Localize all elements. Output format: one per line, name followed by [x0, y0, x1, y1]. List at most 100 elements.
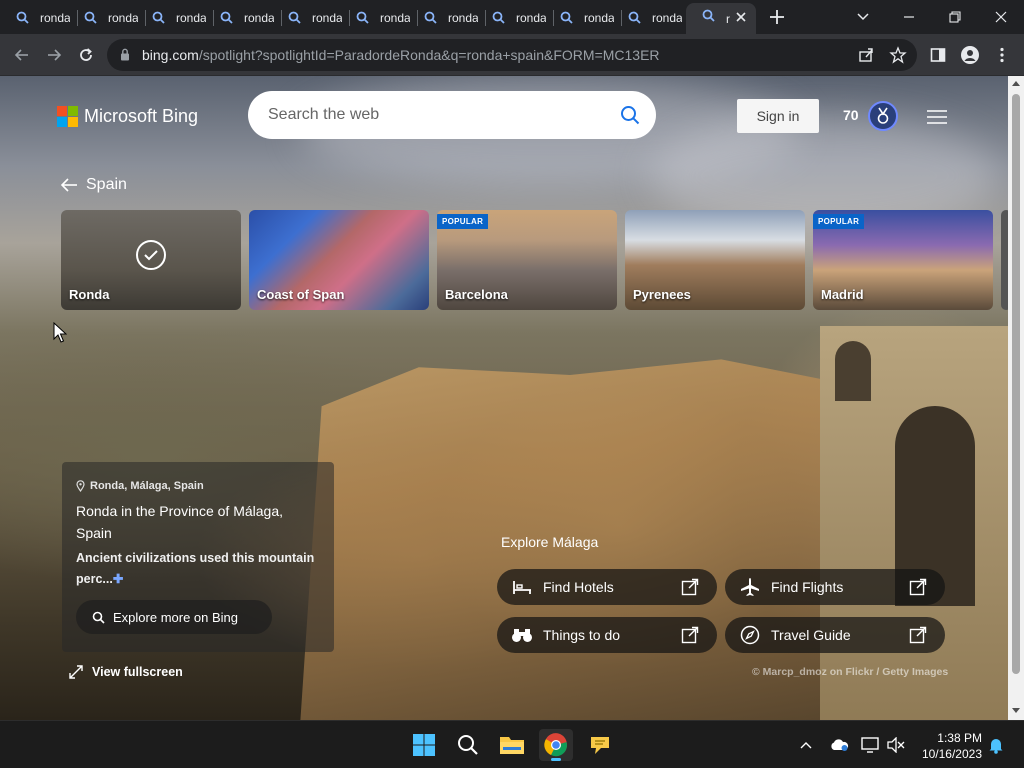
scrollbar-thumb[interactable]: [1012, 94, 1020, 674]
search-icon: [458, 735, 478, 755]
close-icon: [995, 11, 1007, 23]
search-icon[interactable]: [620, 105, 640, 125]
expand-plus-icon[interactable]: ✚: [113, 572, 123, 586]
volume-tray-button[interactable]: [886, 735, 906, 755]
chrome-menu-button[interactable]: [990, 43, 1014, 67]
system-clock[interactable]: 1:38 PM 10/16/2023: [912, 730, 982, 762]
info-title: Ronda in the Province of Málaga, Spain: [76, 503, 284, 541]
monitor-network-icon: [861, 737, 879, 753]
side-panel-icon: [930, 48, 946, 62]
sign-in-button[interactable]: Sign in: [737, 99, 819, 133]
action-label: Find Flights: [771, 579, 844, 595]
carousel-card-ronda[interactable]: Ronda: [61, 210, 241, 310]
carousel-card-coast-of-span[interactable]: Coast of Span: [249, 210, 429, 310]
network-tray-button[interactable]: [860, 735, 880, 755]
carousel-card-barcelona[interactable]: POPULAR Barcelona: [437, 210, 617, 310]
back-button[interactable]: [10, 43, 34, 67]
sticky-notes-button[interactable]: [583, 729, 617, 761]
find-flights-button[interactable]: Find Flights: [725, 569, 945, 605]
url-host: bing.com: [142, 47, 199, 63]
windows-logo-icon: [413, 734, 435, 756]
address-bar[interactable]: bing.com/spotlight?spotlightId=Paradorde…: [107, 39, 917, 71]
hamburger-menu-icon[interactable]: [927, 110, 947, 124]
file-explorer-button[interactable]: [495, 729, 529, 761]
forward-button[interactable]: [42, 43, 66, 67]
explore-title: Explore Málaga: [501, 534, 599, 550]
logo-text: Microsoft Bing: [84, 106, 199, 126]
card-label: Coast of Span: [257, 287, 345, 302]
bookmark-star-icon[interactable]: [889, 46, 907, 64]
notifications-button[interactable]: [986, 735, 1006, 755]
browser-tab[interactable]: ronda: [204, 5, 274, 31]
tab-label: ronda: [312, 11, 342, 25]
binoculars-icon: [511, 626, 533, 644]
url-path: /spotlight?spotlightId=ParadordeRonda&q=…: [198, 47, 660, 63]
breadcrumb-label: Spain: [86, 176, 127, 193]
mouse-cursor-icon: [53, 322, 67, 343]
tab-label: ronda: [380, 11, 410, 25]
carousel-card-pyrenees[interactable]: Pyrenees: [625, 210, 805, 310]
lock-icon[interactable]: [120, 48, 130, 61]
browser-tab[interactable]: ronda: [340, 5, 410, 31]
taskbar-search-button[interactable]: [451, 729, 485, 761]
share-icon[interactable]: [857, 46, 875, 64]
explore-more-button[interactable]: Explore more on Bing: [76, 600, 272, 634]
browser-tab[interactable]: ronda: [0, 5, 70, 31]
find-hotels-button[interactable]: Find Hotels: [497, 569, 717, 605]
browser-toolbar: bing.com/spotlight?spotlightId=Paradorde…: [0, 34, 1024, 76]
browser-tab[interactable]: ronda: [544, 5, 614, 31]
bing-search-icon: [492, 11, 505, 24]
close-window-button[interactable]: [978, 0, 1024, 34]
card-label: Ronda: [69, 287, 110, 302]
scroll-up-arrow-icon[interactable]: [1012, 81, 1020, 86]
new-tab-icon[interactable]: [766, 6, 788, 28]
vertical-scrollbar[interactable]: [1008, 76, 1024, 720]
bing-search-icon: [84, 11, 97, 24]
onedrive-tray-button[interactable]: [829, 735, 849, 755]
browser-tab[interactable]: ronda: [612, 5, 682, 31]
image-credit[interactable]: © Marcp_dmoz on Flickr / Getty Images: [752, 666, 948, 678]
location: Ronda, Málaga, Spain: [76, 480, 204, 492]
info-description: Ancient civilizations used this mountain…: [76, 548, 321, 590]
tab-search-button[interactable]: [840, 0, 886, 34]
scroll-down-arrow-icon[interactable]: [1012, 708, 1020, 713]
bing-logo[interactable]: Microsoft Bing: [57, 106, 198, 127]
bing-search-icon: [152, 11, 165, 24]
url-text[interactable]: bing.com/spotlight?spotlightId=Paradorde…: [142, 47, 660, 63]
bing-search-icon: [628, 11, 641, 24]
search-box[interactable]: [248, 91, 656, 139]
restore-button[interactable]: [932, 0, 978, 34]
cliff-shape: [300, 359, 840, 720]
action-label: Travel Guide: [771, 627, 851, 643]
start-button[interactable]: [407, 729, 441, 761]
breadcrumb[interactable]: Spain: [60, 176, 127, 194]
things-to-do-button[interactable]: Things to do: [497, 617, 717, 653]
bing-search-icon: [560, 11, 573, 24]
bing-search-icon: [288, 11, 301, 24]
travel-guide-button[interactable]: Travel Guide: [725, 617, 945, 653]
rewards-button[interactable]: [868, 101, 898, 131]
browser-tab-active[interactable]: r: [686, 3, 756, 34]
carousel-card-partial[interactable]: [1001, 210, 1008, 310]
browser-tab[interactable]: ronda: [476, 5, 546, 31]
tab-label: ronda: [40, 11, 70, 25]
browser-tab[interactable]: ronda: [136, 5, 206, 31]
chrome-taskbar-button[interactable]: [539, 729, 573, 761]
view-fullscreen-link[interactable]: View fullscreen: [68, 664, 183, 680]
show-hidden-icons-button[interactable]: [796, 735, 816, 755]
card-label: Madrid: [821, 287, 864, 302]
card-label: Barcelona: [445, 287, 508, 302]
browser-tab[interactable]: ronda: [408, 5, 478, 31]
search-input[interactable]: [268, 103, 608, 127]
taskbar: 1:38 PM 10/16/2023: [0, 720, 1024, 768]
close-tab-icon[interactable]: [734, 10, 748, 24]
browser-tab[interactable]: ronda: [272, 5, 342, 31]
rewards-points[interactable]: 70: [843, 107, 859, 123]
reload-button[interactable]: [74, 43, 98, 67]
minimize-button[interactable]: [886, 0, 932, 34]
tab-label: ronda: [176, 11, 206, 25]
carousel-card-madrid[interactable]: POPULAR Madrid: [813, 210, 993, 310]
profile-button[interactable]: [958, 43, 982, 67]
browser-tab[interactable]: ronda: [68, 5, 138, 31]
side-panel-button[interactable]: [926, 43, 950, 67]
